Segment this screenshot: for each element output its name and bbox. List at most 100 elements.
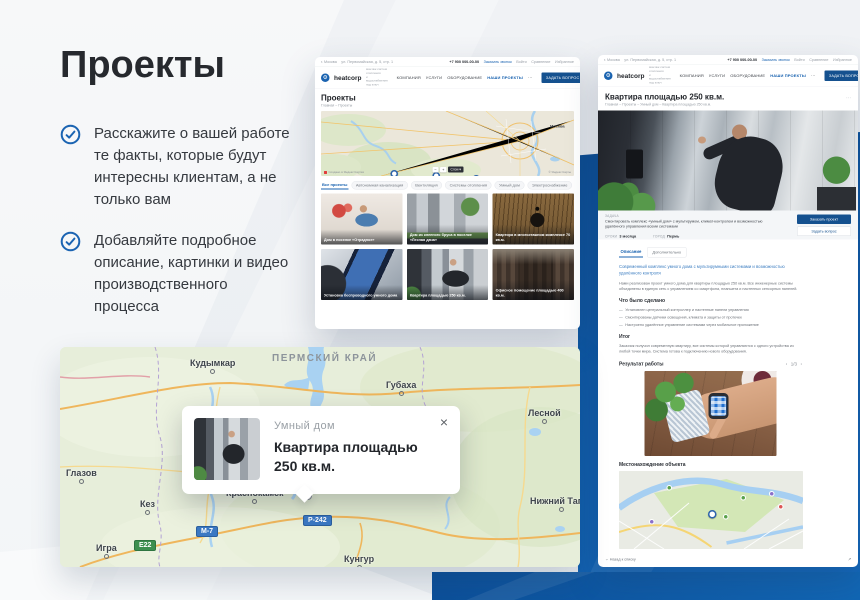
ask-question-button[interactable]: Задать вопрос: [824, 71, 858, 82]
phone-link[interactable]: +7 900 000-00-00: [727, 58, 757, 63]
meta-value: Пермь: [667, 234, 679, 239]
logo-icon[interactable]: ⚙: [321, 74, 330, 83]
filter-sewage[interactable]: Автономная канализация: [351, 181, 407, 190]
filter-all-projects[interactable]: Все проекты: [321, 181, 348, 190]
nav-item-equipment[interactable]: Оборудование: [447, 76, 482, 81]
filter-electricity[interactable]: Электроснабжение: [527, 181, 572, 190]
map-marker[interactable]: [667, 485, 673, 491]
detail-tabs: Описание Дополнительно: [619, 247, 802, 258]
order-project-button[interactable]: Заказать проект: [797, 215, 851, 225]
ask-question-button[interactable]: Задать вопрос: [797, 227, 851, 237]
project-map-pin[interactable]: [473, 175, 481, 176]
ask-question-button[interactable]: Задать вопрос: [541, 73, 580, 84]
result-photo-smartwatch[interactable]: [645, 371, 777, 456]
logo-text[interactable]: heatcorp: [334, 74, 361, 82]
compare-link[interactable]: Сравнение: [531, 60, 550, 65]
project-card[interactable]: Квартира в многоэтажном комплексе 70 кв.…: [493, 194, 574, 245]
map-marker[interactable]: [723, 514, 729, 520]
nav-item-company[interactable]: Компания: [397, 76, 421, 81]
nav-item-equipment[interactable]: Оборудование: [730, 74, 765, 79]
check-circle-icon: [60, 231, 81, 252]
popup-title[interactable]: Квартира площадью 250 кв.м.: [274, 438, 424, 476]
gallery-heading: Результат работы: [619, 361, 664, 367]
login-link[interactable]: Войти: [794, 58, 805, 63]
road-badge-e22: E22: [134, 540, 156, 551]
map-marker[interactable]: [741, 495, 747, 501]
feature-bullet: Добавляйте подробное описание, картинки …: [60, 230, 310, 318]
meta-label: Сроки: [605, 235, 617, 239]
region-map[interactable]: ПЕРМСКИЙ КРАЙ Кудымкар Губаха Лесной Гла…: [60, 347, 580, 567]
logo-text[interactable]: heatcorp: [617, 72, 644, 80]
phone-link[interactable]: +7 900 000-00-00: [449, 60, 479, 65]
layers-button[interactable]: Слои ▾: [448, 167, 463, 173]
breadcrumb[interactable]: Главная – Проекты – Умный дом – Квартира…: [605, 103, 851, 107]
project-card[interactable]: Установка беспроводного умного дома: [321, 249, 402, 300]
done-item: —Настроено удалённое управление системам…: [619, 322, 802, 328]
page-title: Проекты: [60, 44, 310, 87]
popup-category: Умный дом: [274, 420, 424, 432]
nav-item-projects[interactable]: Наши проекты: [487, 76, 523, 81]
nav-item-services[interactable]: Услуги: [426, 76, 442, 81]
address-label: ул. Первомайская, д. 5, стр. 1: [624, 58, 676, 63]
filter-ventilation[interactable]: Вентиляция: [411, 181, 442, 190]
project-card[interactable]: Дом из клееного бруса в поселке «Лесная …: [407, 194, 488, 245]
logo-icon[interactable]: ⚙: [604, 72, 613, 81]
project-card[interactable]: Офисное помещение площадью 400 кв.м.: [493, 249, 574, 300]
city-label-lesnoy: Лесной: [528, 408, 561, 424]
title-menu-icon[interactable]: ···: [846, 96, 851, 102]
zoom-out-button[interactable]: −: [432, 167, 438, 173]
share-icon[interactable]: ↗: [848, 557, 851, 562]
project-map-pin[interactable]: [391, 170, 399, 176]
projects-map[interactable]: Москва − + Слои ▾ Создано в Яндекс Карта…: [321, 111, 574, 176]
map-marker[interactable]: [769, 491, 775, 497]
project-card[interactable]: Дом в поселке «Отрадное»: [321, 194, 402, 245]
city-label-glazov: Глазов: [66, 468, 97, 484]
project-map-pin[interactable]: [433, 172, 441, 176]
popup-photo: [194, 418, 260, 480]
city-label-igra: Игра: [96, 543, 117, 559]
map-popup-card[interactable]: Умный дом Квартира площадью 250 кв.м. ×: [182, 406, 460, 494]
nav-more-icon[interactable]: ···: [811, 74, 815, 79]
zoom-in-button[interactable]: +: [440, 167, 446, 173]
tab-description[interactable]: Описание: [619, 247, 643, 258]
project-card[interactable]: Квартира площадью 250 кв.м.: [407, 249, 488, 300]
done-heading: Что было сделано: [619, 298, 802, 304]
city-selector[interactable]: г. Москва: [604, 58, 620, 63]
popup-close-icon[interactable]: ×: [440, 414, 448, 430]
login-link[interactable]: Войти: [516, 60, 527, 65]
favorites-link[interactable]: Избранное: [833, 58, 852, 63]
gallery-prev-icon[interactable]: ‹: [786, 362, 788, 367]
nav-item-company[interactable]: Компания: [680, 74, 704, 79]
project-cards-grid: Дом в поселке «Отрадное» Дом из клееного…: [321, 194, 574, 301]
nav-item-services[interactable]: Услуги: [709, 74, 725, 79]
yandex-logo-icon: [324, 171, 327, 174]
callback-link[interactable]: Заказать звонок: [484, 60, 512, 65]
site-topbar: г. Москва ул. Первомайская, д. 5, стр. 1…: [315, 57, 580, 67]
intro-block: Проекты Расскажите о вашей работе те фак…: [60, 44, 310, 337]
city-label-kez: Кез: [140, 499, 155, 515]
region-label: ПЕРМСКИЙ КРАЙ: [272, 353, 377, 364]
photo-shape: [598, 167, 678, 211]
city-selector[interactable]: г. Москва: [321, 60, 337, 65]
nav-more-icon[interactable]: ···: [528, 76, 532, 81]
done-item: —Установлен центральный контроллер и нас…: [619, 307, 802, 313]
main-nav: Компания Услуги Оборудование Наши проект…: [680, 74, 816, 79]
lead-text: Современный комплекс умного дома с мульт…: [619, 264, 802, 277]
location-map[interactable]: [619, 471, 803, 549]
tab-additional[interactable]: Дополнительно: [647, 247, 687, 258]
map-zoom-controls[interactable]: − + Слои ▾: [432, 167, 463, 173]
callback-link[interactable]: Заказать звонок: [762, 58, 790, 63]
favorites-link[interactable]: Избранное: [555, 60, 574, 65]
object-location-pin[interactable]: [708, 510, 717, 519]
compare-link[interactable]: Сравнение: [809, 58, 828, 63]
map-marker[interactable]: [649, 519, 655, 525]
back-link[interactable]: ← Назад к списку: [605, 557, 636, 562]
breadcrumb[interactable]: Главная – Проекты: [321, 104, 574, 108]
nav-item-projects[interactable]: Наши проекты: [770, 74, 806, 79]
filter-smart-home[interactable]: Умный дом: [495, 181, 525, 190]
road-badge-m7: М-7: [196, 526, 218, 537]
map-marker[interactable]: [778, 504, 784, 510]
filter-heating[interactable]: Системы отопления: [445, 181, 491, 190]
projects-page-screenshot: г. Москва ул. Первомайская, д. 5, стр. 1…: [315, 57, 580, 329]
gallery-next-icon[interactable]: ›: [801, 362, 803, 367]
